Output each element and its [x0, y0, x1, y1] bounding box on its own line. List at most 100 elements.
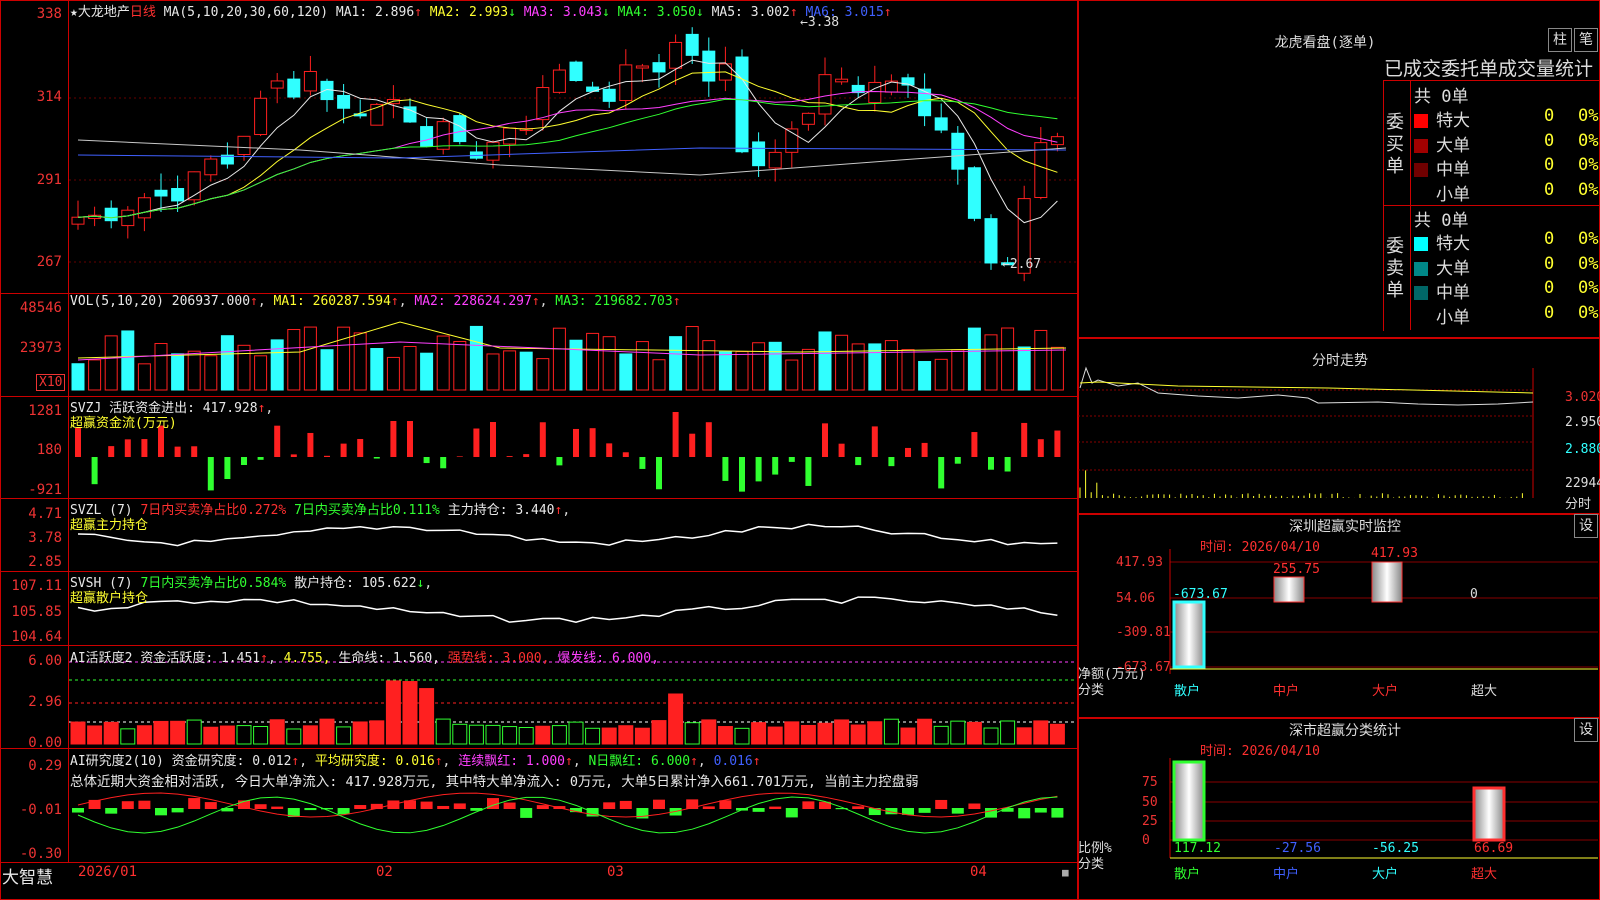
- activity-bar: [601, 727, 617, 745]
- activity-bar: [1049, 723, 1065, 745]
- classify-ytick: 0: [1142, 833, 1150, 848]
- candle-body[interactable]: [154, 189, 168, 197]
- lhb-color-swatch: [1414, 311, 1428, 325]
- candle-body[interactable]: [652, 62, 666, 73]
- research-bar: [520, 808, 533, 818]
- research-bar: [121, 801, 134, 809]
- retail-ratio-bar[interactable]: [1172, 760, 1206, 842]
- research-bar: [337, 808, 350, 815]
- candle-body[interactable]: [420, 126, 434, 147]
- monitor-value: 0: [1470, 587, 1478, 602]
- candle-body[interactable]: [171, 187, 185, 202]
- classify-ytick: 75: [1142, 775, 1158, 790]
- volume-bar: [669, 336, 683, 391]
- candle-body[interactable]: [868, 81, 882, 104]
- candle-body[interactable]: [486, 141, 500, 161]
- fund-flow-bar: [1021, 422, 1028, 457]
- activity-bar: [535, 725, 551, 745]
- candle-body[interactable]: [287, 78, 301, 98]
- lhb-row-pct: 0%: [1578, 130, 1599, 151]
- candle-body[interactable]: [204, 158, 218, 176]
- fund-flow-bar: [1054, 430, 1061, 457]
- monitor-ytick: 54.06: [1116, 591, 1155, 606]
- candle-body[interactable]: [602, 88, 616, 102]
- lhb-row-pct: 0%: [1578, 229, 1599, 249]
- candle-body[interactable]: [552, 69, 566, 93]
- candle-body[interactable]: [835, 78, 849, 83]
- candle-body[interactable]: [536, 87, 550, 121]
- super-ratio-bar[interactable]: [1472, 786, 1506, 842]
- activity-bar: [219, 725, 235, 745]
- candle-body[interactable]: [1050, 136, 1064, 146]
- fund-flow-bar: [191, 446, 198, 457]
- activity-bar: [551, 725, 567, 745]
- candle-body[interactable]: [254, 97, 268, 136]
- activity-bar: [286, 728, 302, 745]
- lhb-row: 小单 0 0%: [1414, 303, 1598, 328]
- classify-category: 大户: [1372, 866, 1398, 882]
- candle-body[interactable]: [71, 216, 85, 225]
- candle-body[interactable]: [735, 56, 749, 153]
- candle-body[interactable]: [303, 70, 317, 92]
- lhb-row-count: 0: [1544, 179, 1555, 200]
- lhb-row-count: 0: [1544, 278, 1555, 298]
- candle-body[interactable]: [503, 127, 517, 145]
- volume-bar: [121, 330, 135, 391]
- activity-bar: [1016, 727, 1032, 745]
- monitor-ytick: -309.81: [1116, 625, 1171, 640]
- minute-chart[interactable]: [1078, 338, 1600, 514]
- candle-body[interactable]: [569, 61, 583, 82]
- candle-body[interactable]: [270, 80, 284, 89]
- research-bar: [437, 805, 450, 809]
- activity-bar: [668, 693, 684, 745]
- ma-line: [77, 90, 1058, 219]
- svzl-ratio1: 7日内买卖净占比0.272%: [140, 503, 287, 518]
- low-label: ←2.67: [1002, 257, 1041, 272]
- research-bar: [769, 806, 782, 809]
- fund-flow-bar: [954, 457, 961, 464]
- candle-body[interactable]: [669, 41, 683, 69]
- volume-bar: [984, 334, 998, 391]
- tick-view-button[interactable]: 笔: [1574, 28, 1598, 52]
- fund-flow-bar: [224, 457, 231, 480]
- candle-body[interactable]: [685, 33, 699, 56]
- volume-bar: [702, 340, 716, 391]
- mid-bar[interactable]: [1273, 576, 1305, 603]
- big-bar[interactable]: [1371, 561, 1403, 603]
- candle-body[interactable]: [137, 197, 151, 219]
- lhb-row: 中单 0 0%: [1414, 278, 1598, 303]
- candle-body[interactable]: [951, 132, 965, 170]
- candle-body[interactable]: [752, 141, 766, 167]
- candle-body[interactable]: [768, 151, 782, 169]
- fund-flow-bar: [905, 447, 911, 457]
- candle-body[interactable]: [984, 218, 998, 264]
- candle-body[interactable]: [934, 117, 948, 131]
- lock-icon[interactable]: ■: [1062, 866, 1069, 879]
- volume-bar: [1017, 346, 1031, 391]
- volume-bar: [718, 351, 732, 391]
- research-bar: [105, 808, 118, 814]
- lhb-color-swatch: [1414, 237, 1428, 251]
- classify-chart[interactable]: 75 50 25 0 117.12 -27.56 -56.25 66.69 比例%分类散户 中户 大…: [1078, 718, 1600, 900]
- candle-body[interactable]: [818, 74, 832, 115]
- lhb-row-name: 大单: [1436, 258, 1470, 279]
- ai1-title: AI活跃度2: [70, 651, 133, 666]
- minute-vol: 22944: [1565, 476, 1600, 491]
- candle-body[interactable]: [702, 50, 716, 82]
- candle-body[interactable]: [801, 112, 815, 125]
- candle-body[interactable]: [635, 65, 649, 69]
- ai1-header: AI活跃度2 资金活跃度: 1.451↑, 4.755, 生命线: 1.560,…: [70, 651, 659, 666]
- candle-body[interactable]: [237, 135, 251, 156]
- activity-bar: [784, 721, 800, 745]
- candle-body[interactable]: [104, 207, 118, 222]
- retail-bar[interactable]: [1172, 600, 1206, 669]
- candle-body[interactable]: [337, 94, 351, 109]
- candle-body[interactable]: [1034, 142, 1048, 198]
- candle-body[interactable]: [967, 167, 981, 219]
- activity-bar: [684, 722, 700, 745]
- bar-view-button[interactable]: 柱: [1548, 28, 1572, 52]
- volume-bar: [1034, 329, 1048, 391]
- candle-body[interactable]: [121, 209, 135, 227]
- lhb-row-name: 特大: [1436, 234, 1470, 254]
- monitor-chart[interactable]: 417.9354.06-309.81-673.67-673.67255.7541…: [1078, 514, 1600, 718]
